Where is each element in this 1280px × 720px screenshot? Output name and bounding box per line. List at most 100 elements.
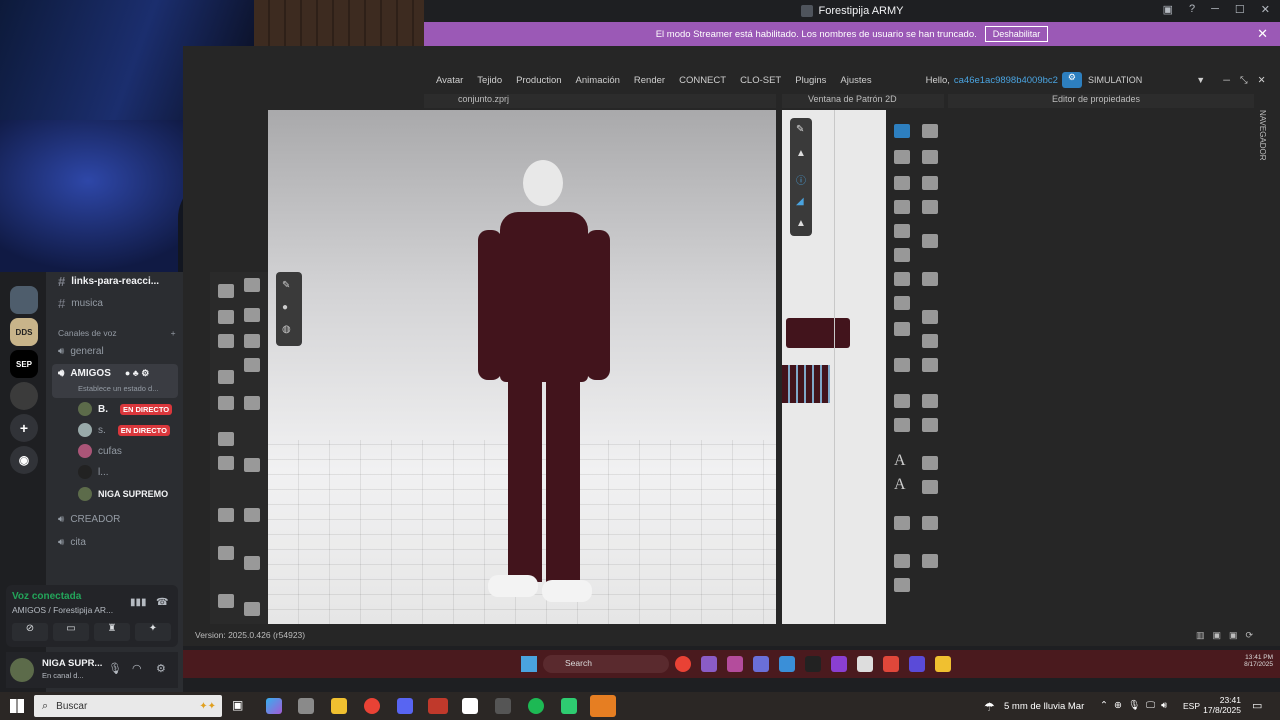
settings-gear-icon[interactable]: ⚙ [156,662,166,675]
tool-icon[interactable] [894,578,910,592]
tool-icon[interactable] [894,200,910,214]
user-id[interactable]: ca46e1ac9898b4009bc2 [954,75,1058,86]
3d-viewport[interactable] [268,110,776,624]
tray-icons[interactable]: ⌃⊕🎙︎🖵🔊︎ [1100,700,1173,711]
add-server-icon[interactable]: + [10,414,38,442]
app-icon[interactable] [428,698,448,714]
tool-icon[interactable] [244,508,260,522]
tool-icon[interactable] [922,480,938,494]
tool-icon[interactable] [922,200,938,214]
tool-icon[interactable] [922,334,938,348]
garment-icon[interactable]: ▲ [796,218,806,229]
tool-icon[interactable] [218,508,234,522]
mic-icon[interactable]: 🎙︎ [108,662,122,675]
close-icon[interactable]: ✕ [1257,26,1268,42]
discord-icon[interactable] [397,698,413,714]
text-edit-tool-icon[interactable]: A [894,476,906,494]
tool-icon[interactable] [922,234,938,248]
channel-links[interactable]: # links-para-reacci... [58,274,159,289]
file-explorer-icon[interactable] [331,698,347,714]
tool-icon[interactable] [922,310,938,324]
chrome-icon[interactable] [364,698,380,714]
server-avatar-1[interactable] [10,286,38,314]
tool-icon[interactable] [218,456,234,470]
headphones-icon[interactable]: ◠ [132,662,142,675]
pin-icon[interactable]: ✎ [282,280,290,291]
tool-icon[interactable] [244,556,260,570]
channel-status[interactable]: Establece un estado d... [78,384,158,393]
voice-channels-header[interactable]: Canales de voz + [58,328,176,338]
restore-icon[interactable]: ⤡ [1240,75,1248,86]
app-icon[interactable] [701,656,717,672]
capcut-icon[interactable] [462,698,478,714]
user-name[interactable]: NIGA SUPR... [42,658,102,669]
tool-icon[interactable] [922,124,938,138]
fabric-icon[interactable]: ◢ [796,196,804,207]
app-icon[interactable] [495,698,511,714]
voice-channel-cita[interactable]: 🔊︎ cita [58,537,86,548]
tool-icon[interactable] [894,224,910,238]
voice-channel-amigos[interactable]: 🔊︎ AMIGOS ● ♣ ⚙ [58,368,149,379]
member-row[interactable]: B. EN DIRECTO [78,402,173,416]
avatar-icon[interactable]: ● [282,302,288,313]
add-channel-icon[interactable]: + [171,328,176,338]
windows-logo-icon[interactable] [521,656,537,672]
navigator-tab[interactable]: NAVEGADOR [1254,100,1280,624]
menu-animacion[interactable]: Animación [576,75,620,86]
menu-production[interactable]: Production [516,75,561,86]
tool-icon[interactable] [894,516,910,530]
2d-pattern-window[interactable]: ✎ ▲ ⓘ ◢ ▲ [782,110,886,624]
app-icon[interactable] [883,656,899,672]
explore-icon[interactable]: ◉ [10,446,38,474]
tool-icon[interactable] [894,554,910,568]
view-mode-icons[interactable]: ▥▣▣⟳ [1196,630,1261,641]
tool-icon[interactable] [894,272,910,286]
globe-icon[interactable]: ◍ [282,324,291,335]
tool-icon[interactable] [894,296,910,310]
copilot-icon[interactable] [266,698,282,714]
screen-share-button[interactable]: ▭ [53,623,89,641]
tool-icon[interactable] [244,278,260,292]
minimize-button[interactable]: ─ [1211,3,1219,16]
weather-icon[interactable]: ☂ [984,700,995,714]
garment-jacket[interactable] [500,212,588,382]
tool-icon[interactable] [894,176,910,190]
tool-icon[interactable] [244,602,260,616]
tool-icon[interactable] [894,358,910,372]
notifications-icon[interactable]: ▭ [1252,699,1262,712]
member-row[interactable]: s. EN DIRECTO [78,423,170,437]
tool-icon[interactable] [218,396,234,410]
disable-streamer-button[interactable]: Deshabilitar [984,26,1049,42]
signal-icon[interactable]: ▮▮▮ [130,597,147,608]
folder-icon[interactable] [935,656,951,672]
help-icon[interactable]: ? [1189,3,1195,16]
tool-icon[interactable] [922,272,938,286]
tool-icon[interactable] [218,432,234,446]
close-icon[interactable]: ✕ [1258,75,1266,86]
disconnect-icon[interactable]: ☎ [156,597,168,608]
tool-icon[interactable] [894,124,910,138]
app-icon[interactable] [727,656,743,672]
user-avatar[interactable] [10,658,34,682]
tool-icon[interactable] [244,458,260,472]
menu-plugins[interactable]: Plugins [795,75,826,86]
pattern-piece-top[interactable] [786,318,850,348]
activities-button[interactable]: ♜ [94,623,130,641]
tool-icon[interactable] [894,418,910,432]
tool-icon[interactable] [218,284,234,298]
weather-text[interactable]: 5 mm de lluvia Mar [1004,701,1084,712]
app-icon[interactable] [561,698,577,714]
tool-icon[interactable] [922,358,938,372]
info-icon[interactable]: ⓘ [796,172,806,187]
tool-icon[interactable] [922,554,938,568]
menu-connect[interactable]: CONNECT [679,75,726,86]
app-icon[interactable] [909,656,925,672]
tool-icon[interactable] [922,150,938,164]
member-row[interactable]: NIGA SUPREMO [78,487,168,501]
server-avatar-4[interactable] [10,382,38,410]
mode-selector[interactable]: SIMULATION [1088,75,1142,85]
inner-search-box[interactable]: Search [543,655,669,673]
server-dds[interactable]: DDS [10,318,38,346]
tool-icon[interactable] [894,322,910,336]
app-icon[interactable] [857,656,873,672]
